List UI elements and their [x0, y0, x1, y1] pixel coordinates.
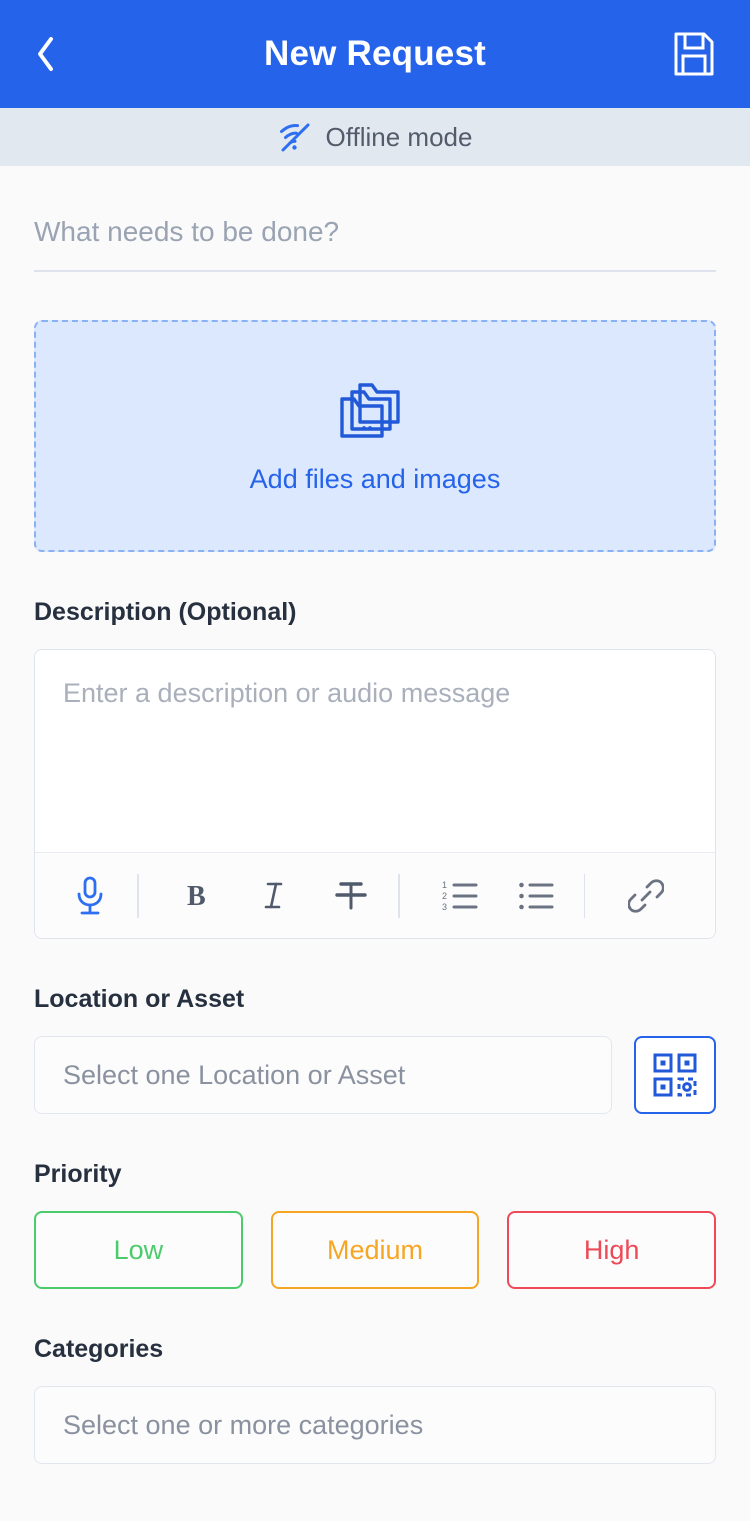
- save-button[interactable]: [668, 28, 720, 80]
- link-button[interactable]: [615, 865, 677, 927]
- description-textarea[interactable]: [35, 650, 715, 852]
- strikethrough-icon: [335, 881, 367, 909]
- app-header: New Request: [0, 0, 750, 108]
- offline-mode-label: Offline mode: [325, 121, 473, 152]
- priority-option-low-label: Low: [113, 1234, 164, 1265]
- svg-text:1: 1: [442, 880, 447, 890]
- chevron-left-icon: [38, 37, 53, 71]
- ordered-list-button[interactable]: 1 2 3: [430, 865, 492, 927]
- floppy-save-icon: [674, 32, 714, 76]
- priority-options: Low Medium High: [34, 1211, 717, 1289]
- qr-scan-button[interactable]: [634, 1036, 716, 1114]
- priority-label: Priority: [34, 1160, 122, 1188]
- priority-option-high[interactable]: High: [507, 1211, 717, 1289]
- add-files-dropzone[interactable]: Add files and images: [34, 320, 716, 552]
- new-request-screen: New Request Offline mode What needs to b…: [0, 0, 750, 1521]
- strikethrough-button[interactable]: [320, 865, 382, 927]
- page-title: New Request: [264, 34, 486, 73]
- italic-button[interactable]: [244, 865, 306, 927]
- microphone-icon: [77, 876, 103, 914]
- toolbar-divider-2: [398, 873, 400, 918]
- description-toolbar: B 1 2 3: [35, 852, 715, 938]
- priority-option-high-label: High: [583, 1234, 640, 1265]
- toolbar-divider-1: [137, 873, 139, 918]
- add-files-label: Add files and images: [249, 463, 501, 494]
- ordered-list-icon: 1 2 3: [442, 880, 478, 912]
- unordered-list-button[interactable]: [506, 865, 568, 927]
- folders-icon: [340, 382, 400, 438]
- offline-mode-banner: Offline mode: [0, 108, 750, 166]
- link-icon: [628, 878, 665, 913]
- microphone-button[interactable]: [59, 865, 121, 927]
- svg-text:2: 2: [442, 891, 447, 901]
- back-button[interactable]: [34, 31, 80, 77]
- unordered-list-icon: [518, 882, 554, 909]
- toolbar-divider-3: [583, 873, 586, 918]
- location-row: Select one Location or Asset: [34, 1036, 716, 1114]
- italic-icon: [265, 882, 283, 908]
- categories-placeholder: Select one or more categories: [63, 1409, 424, 1440]
- form-body: Add files and images Description (Option…: [0, 166, 750, 1521]
- bold-icon: B: [187, 881, 206, 912]
- bold-button[interactable]: B: [168, 865, 230, 927]
- priority-option-low[interactable]: Low: [34, 1211, 243, 1289]
- qr-code-scan-icon: [653, 1053, 697, 1097]
- description-label: Description (Optional): [34, 598, 297, 626]
- description-editor: B: [34, 649, 716, 939]
- categories-select[interactable]: Select one or more categories: [34, 1386, 716, 1464]
- request-title-input[interactable]: [34, 216, 716, 248]
- priority-option-medium[interactable]: Medium: [270, 1211, 480, 1289]
- location-label: Location or Asset: [34, 985, 245, 1013]
- location-placeholder: Select one Location or Asset: [63, 1059, 406, 1090]
- categories-label: Categories: [34, 1335, 164, 1363]
- priority-option-medium-label: Medium: [326, 1234, 424, 1265]
- wifi-off-icon: [279, 123, 310, 152]
- location-select[interactable]: Select one Location or Asset: [34, 1036, 612, 1114]
- svg-text:B: B: [187, 881, 206, 912]
- svg-text:3: 3: [442, 902, 447, 912]
- request-title-field: [34, 216, 716, 272]
